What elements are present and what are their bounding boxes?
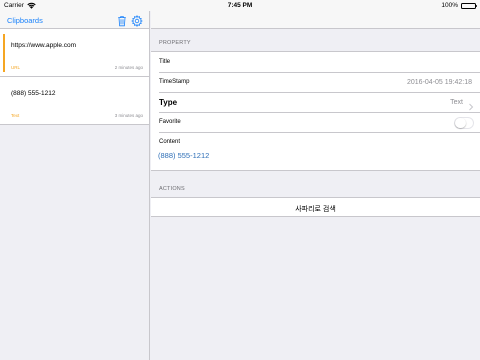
favorite-toggle[interactable]	[454, 116, 474, 129]
sidebar-navigation-bar: Clipboards	[0, 11, 149, 29]
actions-section-header: ACTIONS	[151, 171, 480, 197]
action-label: 사파리로 검색	[295, 205, 336, 213]
detail-pane: PROPERTY Title TimeStamp 2016-04-05 19:4…	[151, 11, 480, 360]
property-section-header: PROPERTY	[151, 29, 480, 51]
content-value[interactable]: (888) 555-1212	[158, 151, 209, 160]
timestamp-row: TimeStamp 2016-04-05 19:42:18	[151, 72, 480, 92]
clipboard-list: https://www.apple.com URL 2 minutes ago …	[0, 29, 149, 125]
detail-navigation-bar	[151, 11, 480, 29]
property-group: Title TimeStamp 2016-04-05 19:42:18 Type…	[151, 51, 480, 171]
favorite-row: Favorite	[151, 112, 480, 132]
type-label: Type	[159, 97, 178, 107]
title-row[interactable]: Title	[151, 52, 480, 72]
trash-icon[interactable]	[116, 14, 128, 27]
clip-type: URL	[11, 65, 21, 70]
gear-icon[interactable]	[131, 14, 143, 28]
type-value: Text	[450, 98, 463, 106]
favorite-label: Favorite	[159, 118, 181, 125]
status-bar: Carrier 7:45 PM 100%	[0, 0, 480, 11]
chevron-right-icon	[468, 98, 474, 111]
clip-type: Text	[11, 113, 20, 118]
toggle-knob	[455, 117, 466, 128]
list-item[interactable]: (888) 555-1212 Text 3 minutes ago	[0, 77, 149, 125]
battery-icon	[461, 2, 478, 9]
clip-text: https://www.apple.com	[11, 42, 77, 49]
type-row[interactable]: Type Text	[151, 92, 480, 112]
clipboards-sidebar: Clipboards https://www.apple.com URL 2 m…	[0, 11, 150, 360]
timestamp-value: 2016-04-05 19:42:18	[407, 78, 472, 86]
battery-percent: 100%	[441, 2, 458, 9]
clip-time-ago: 3 minutes ago	[114, 113, 143, 118]
list-item[interactable]: https://www.apple.com URL 2 minutes ago	[0, 29, 149, 77]
battery-indicator: 100%	[441, 2, 478, 9]
search-in-safari-button[interactable]: 사파리로 검색	[151, 197, 480, 217]
clip-text: (888) 555-1212	[11, 90, 56, 97]
content-label: Content	[159, 139, 181, 145]
property-header-label: PROPERTY	[159, 40, 191, 46]
content-row: Content (888) 555-1212	[151, 132, 480, 170]
actions-header-label: ACTIONS	[159, 186, 185, 192]
status-time: 7:45 PM	[227, 2, 253, 9]
timestamp-label: TimeStamp	[159, 78, 190, 85]
sidebar-title: Clipboards	[7, 16, 43, 25]
selection-indicator	[3, 34, 6, 72]
clip-time-ago: 2 minutes ago	[114, 65, 143, 70]
title-label: Title	[159, 58, 171, 65]
